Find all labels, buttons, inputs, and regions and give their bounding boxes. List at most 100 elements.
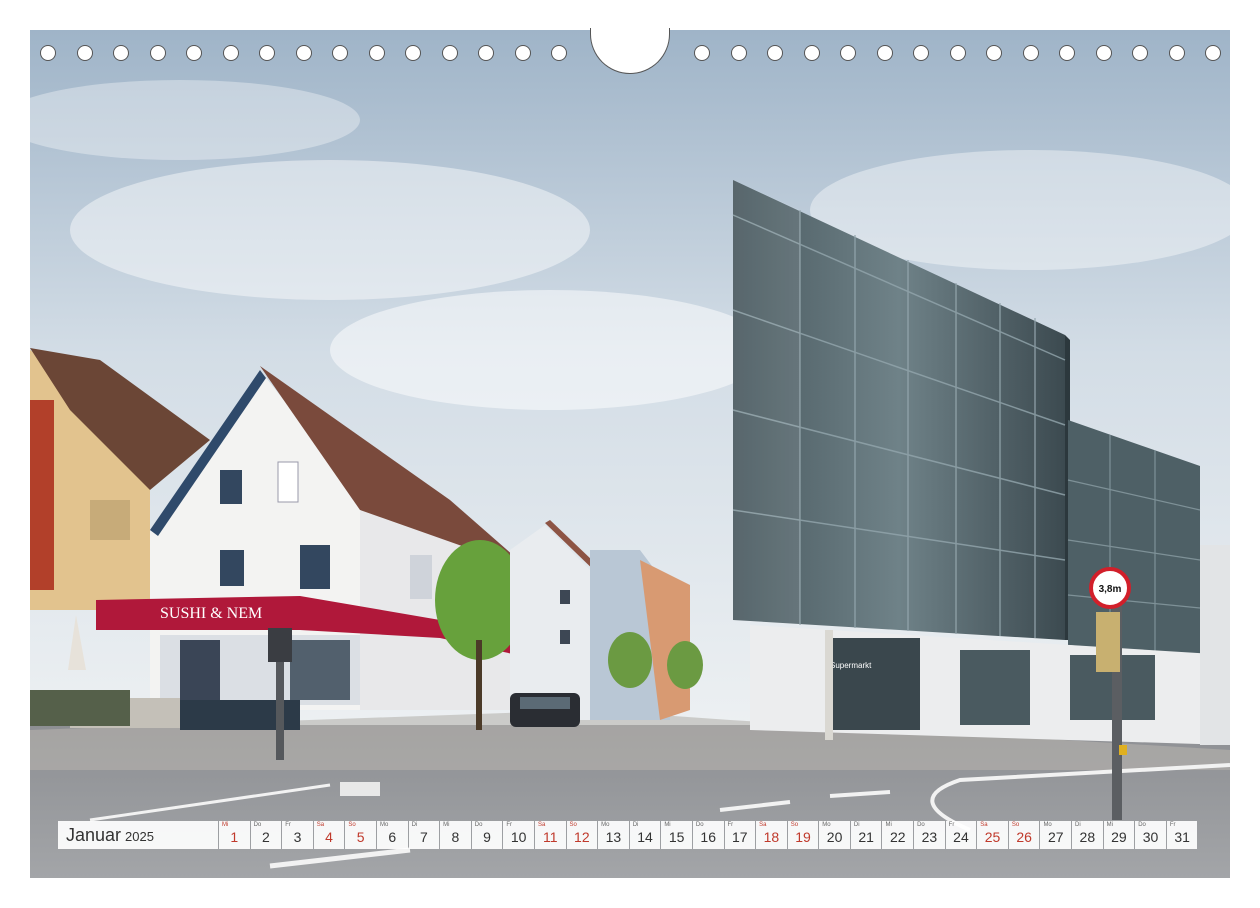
binding-hole [1059,45,1075,61]
weekday-label: Mo [1043,822,1052,828]
year: 2025 [125,829,154,844]
binding-hole [730,45,747,61]
day-cell: Mi 29 [1103,821,1135,849]
day-cell: Di 28 [1072,821,1103,849]
day-cell: So 26 [1008,821,1040,849]
day-cell: So 19 [787,821,819,849]
day-number: 21 [858,829,874,845]
calendar-strip: Januar 2025 Mi 1 Do 2 Fr 3 Sa 4 So 5 Mo 6 Di 7 Mi 8 Do 9 F… [58,821,1198,849]
month-name: Januar [66,824,122,845]
binding-hole [1205,45,1221,61]
day-number: 10 [510,829,527,845]
weekday-label: So [1011,822,1020,828]
day-cells: Mi 1 Do 2 Fr 3 Sa 4 So 5 Mo 6 Di 7 Mi 8 Do 9 Fr 10 Sa 11 So 12 M… [219,821,1198,849]
day-cell: Fr 31 [1166,821,1198,849]
binding-hole [332,45,348,61]
supermarket-front [825,638,920,730]
binding-hole [913,45,929,61]
day-number: 18 [763,829,780,845]
street-scene: SUSHI & NEM Supermarkt 3,8m [30,30,1230,878]
weekday-label: So [790,822,799,828]
weekday-label: Mi [443,822,450,828]
weekday-label: Mo [379,822,389,828]
day-cell: Mo 13 [598,821,629,849]
binding-hole [876,45,893,61]
day-cell: Mi 15 [661,821,692,849]
day-cell: Do 16 [692,821,724,849]
weekday-label: Fr [506,822,513,828]
day-number: 5 [356,829,365,845]
day-cell: Fr 3 [282,821,313,849]
day-cell: Fr 10 [503,821,534,849]
binding-hole [222,45,239,61]
weekday-label: So [348,822,356,828]
weekday-label: Mo [822,822,831,828]
day-cell: Sa 11 [534,821,566,849]
binding-hole [1022,45,1039,61]
day-cell: So 12 [566,821,598,849]
weekday-label: Fr [727,822,734,828]
weekday-label: Mi [885,822,892,828]
day-number: 31 [1174,829,1190,845]
day-cell: Mi 22 [882,821,914,849]
day-cell: Di 21 [850,821,882,849]
day-number: 4 [325,829,333,845]
day-number: 27 [1047,829,1064,845]
weekday-label: Mo [601,822,610,828]
day-cell: Mi 8 [440,821,471,849]
binding-hole [1132,45,1148,61]
day-cell: Fr 17 [724,821,756,849]
day-cell: Sa 4 [313,821,345,849]
day-cell: Sa 18 [756,821,787,849]
day-number: 15 [668,829,685,845]
binding-hole [76,45,93,61]
binding-hole [551,45,567,61]
binding-hole [986,45,1002,61]
weekday-label: Fr [948,822,955,828]
weekday-label: Mi [664,822,671,828]
day-cell: Sa 25 [977,821,1008,849]
weekday-label: Di [1075,822,1081,828]
binding-hole [113,45,129,61]
day-cell: Mi 1 [219,821,250,849]
day-number: 24 [953,829,969,845]
binding-hole [40,45,56,61]
day-number: 11 [542,829,558,845]
calendar-photo: SUSHI & NEM Supermarkt 3,8m [30,30,1230,878]
binding-hole [441,45,458,61]
weekday-label: Di [411,822,418,828]
day-number: 1 [230,829,239,845]
binding-hole [514,45,531,61]
day-number: 3 [293,829,302,845]
day-number: 30 [1142,829,1159,845]
weekday-label: Do [474,822,483,828]
day-number: 16 [700,829,716,845]
day-number: 2 [261,829,270,845]
binding-hole [767,45,783,61]
day-cell: Do 23 [914,821,945,849]
day-number: 23 [921,829,938,845]
weekday-label: Fr [1169,822,1176,828]
binding-hole [694,45,710,61]
height-limit-text: 3,8m [1099,584,1122,595]
binding-hole [405,45,421,61]
day-number: 14 [637,829,653,845]
weekday-label: Di [853,822,860,828]
day-number: 9 [483,829,491,845]
day-number: 25 [984,829,1001,845]
binding-hole [149,45,166,61]
binding-hole [840,45,856,61]
day-number: 22 [889,829,906,845]
day-cell: Mo 27 [1040,821,1072,849]
day-cell: Mo 20 [819,821,850,849]
binding-hole [478,45,494,61]
day-number: 13 [605,829,622,845]
day-number: 7 [419,829,428,845]
day-number: 28 [1079,829,1096,845]
weekday-label: Do [253,822,262,828]
day-cell: Di 7 [408,821,440,849]
day-number: 6 [388,829,397,845]
weekday-label: Sa [537,822,546,828]
day-cell: Do 2 [250,821,282,849]
binding-hole [186,45,202,61]
